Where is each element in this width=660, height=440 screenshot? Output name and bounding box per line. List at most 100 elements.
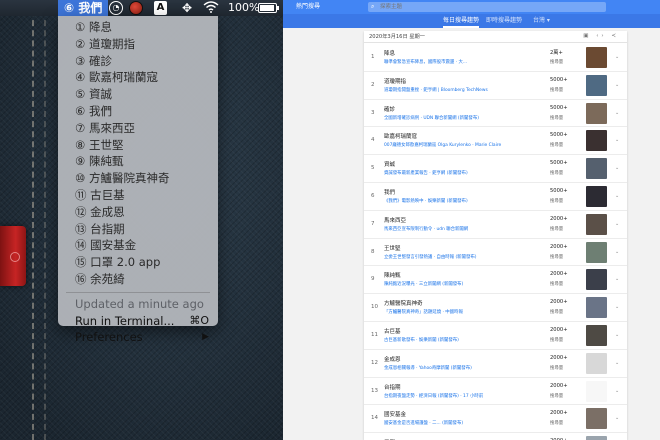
- trend-title[interactable]: 金成恩: [384, 355, 401, 363]
- expand-chevron-icon[interactable]: ⌄: [615, 137, 619, 143]
- tab-realtime-trends[interactable]: 即時搜尋趨勢: [486, 14, 522, 28]
- expand-chevron-icon[interactable]: ⌄: [615, 332, 619, 338]
- trend-title[interactable]: 國安基金: [384, 410, 406, 418]
- trend-menu-item[interactable]: ① 降息: [58, 19, 218, 36]
- input-method-icon[interactable]: A: [154, 1, 167, 15]
- trend-title[interactable]: 我們: [384, 188, 395, 196]
- trend-row[interactable]: 14 國安基金 國安基金是否進場護盤 · 二... (新聞發布) 2000+ 搜尋量 ⌄: [364, 405, 627, 434]
- trend-menu-item[interactable]: ⑦ 馬來西亞: [58, 120, 218, 137]
- trend-menu-item[interactable]: ④ 歐嘉柯瑞蘭寇: [58, 69, 218, 86]
- battery-icon[interactable]: [258, 3, 279, 13]
- news-thumbnail[interactable]: [586, 74, 607, 96]
- trend-menu-item[interactable]: ⑪ 古巨基: [58, 187, 218, 204]
- expand-chevron-icon[interactable]: ⌄: [615, 276, 619, 282]
- tab-daily-trends[interactable]: 每日搜尋趨勢: [443, 14, 480, 28]
- trend-row[interactable]: 15口罩 2.0 app2000+搜尋量⌄: [364, 433, 627, 440]
- news-thumbnail[interactable]: [586, 241, 607, 263]
- trend-title[interactable]: 道瓊期指: [384, 77, 406, 85]
- trend-row[interactable]: 7 馬來西亞 馬來西亞宣布限制行動令 · udn 聯合新聞網 2000+ 搜尋量 ⌄: [364, 211, 627, 239]
- trend-menu-item[interactable]: ⑯ 余苑綺: [58, 271, 218, 288]
- expand-chevron-icon[interactable]: ⌄: [615, 415, 619, 421]
- rss-icon[interactable]: ▣: [583, 33, 591, 39]
- trend-row[interactable]: 9 陳純甄 陳純甄近況曝光 · 三立新聞網 (新聞發布) 2000+ 搜尋量 ⌄: [364, 266, 627, 295]
- trend-menu-item[interactable]: ⑮ 口罩 2.0 app: [58, 254, 218, 271]
- news-thumbnail[interactable]: [586, 269, 607, 291]
- news-thumbnail[interactable]: [586, 158, 607, 180]
- news-thumbnail[interactable]: [586, 47, 607, 68]
- expand-chevron-icon[interactable]: ⌄: [615, 360, 619, 366]
- trend-row[interactable]: 12 金成恩 金成恩相關報導 · Yahoo奇摩新聞 (新聞發布) 2000+ 搜尋量 ⌄: [364, 350, 627, 378]
- code-icon[interactable]: ‹›: [596, 33, 606, 39]
- trend-news-link[interactable]: 「方鱸醫院真神奇」話題延燒 · 中國時報: [384, 309, 546, 315]
- run-in-terminal-item[interactable]: Run in Terminal... ⌘O: [58, 313, 218, 330]
- record-icon[interactable]: [129, 1, 143, 15]
- trend-menu-item[interactable]: ③ 確診: [58, 53, 218, 70]
- trend-menu-item[interactable]: ⑬ 台指期: [58, 221, 218, 238]
- trend-news-link[interactable]: 陳純甄近況曝光 · 三立新聞網 (新聞發布): [384, 281, 546, 287]
- news-thumbnail[interactable]: [586, 436, 607, 440]
- trend-menu-item[interactable]: ⑭ 國安基金: [58, 237, 218, 254]
- trend-news-link[interactable]: 道瓊期指開盤重挫 · 鉅亨網 | Bloomberg TechNews: [384, 87, 546, 93]
- expand-chevron-icon[interactable]: ⌄: [615, 165, 619, 171]
- trend-menu-item[interactable]: ⑧ 王世堅: [58, 137, 218, 154]
- news-thumbnail[interactable]: [586, 352, 607, 374]
- trend-row[interactable]: 3 確診 全國新增確診病例 · UDN 聯合新聞網 (新聞發布) 5000+ 搜尋量 ⌄: [364, 100, 627, 128]
- trend-title[interactable]: 歐嘉柯瑞蘭寇: [384, 132, 417, 140]
- expand-chevron-icon[interactable]: ⌄: [615, 388, 619, 394]
- trend-news-link[interactable]: 古巨基新歌發布 · 娛樂新聞 (新聞發布): [384, 337, 546, 343]
- trend-news-link[interactable]: 全國新增確診病例 · UDN 聯合新聞網 (新聞發布): [384, 115, 546, 121]
- expand-chevron-icon[interactable]: ⌄: [615, 54, 619, 60]
- trend-row[interactable]: 1 降息 聯準會緊急宣布降息，國際股市震盪 · 大... 2萬+ 搜尋量 ⌄: [364, 44, 627, 72]
- trend-row[interactable]: 6 我們 《我們》電影熱映中 · 娛樂新聞 (新聞發布) 5000+ 搜尋量 ⌄: [364, 183, 627, 211]
- trends-menubar-item[interactable]: ⑥ 我們: [58, 0, 109, 16]
- trend-news-link[interactable]: 台指期夜盤走勢 · 經濟日報 (新聞發布) · 17 小時前: [384, 393, 546, 399]
- trend-news-link[interactable]: 《我們》電影熱映中 · 娛樂新聞 (新聞發布): [384, 198, 546, 204]
- trend-menu-item[interactable]: ⑤ 資誠: [58, 86, 218, 103]
- trend-news-link[interactable]: 國安基金是否進場護盤 · 二... (新聞發布): [384, 420, 546, 426]
- trend-news-link[interactable]: 立委王世堅發言引發熱議 · 自由時報 (新聞發布): [384, 254, 546, 260]
- trend-row[interactable]: 10 方鱸醫院真神奇 「方鱸醫院真神奇」話題延燒 · 中國時報 2000+ 搜尋量 ⌄: [364, 294, 627, 322]
- trend-row[interactable]: 13 台指期 台指期夜盤走勢 · 經濟日報 (新聞發布) · 17 小時前 2000+…: [364, 378, 627, 406]
- trend-news-link[interactable]: 馬來西亞宣布限制行動令 · udn 聯合新聞網: [384, 226, 546, 232]
- news-thumbnail[interactable]: [586, 213, 607, 235]
- trend-title[interactable]: 古巨基: [384, 327, 401, 335]
- trend-title[interactable]: 降息: [384, 49, 395, 57]
- wifi-icon[interactable]: [203, 1, 219, 15]
- expand-chevron-icon[interactable]: ⌄: [615, 221, 619, 227]
- expand-chevron-icon[interactable]: ⌄: [615, 249, 619, 255]
- news-thumbnail[interactable]: [586, 380, 607, 402]
- trend-title[interactable]: 方鱸醫院真神奇: [384, 299, 423, 307]
- trend-menu-item[interactable]: ② 道瓊期指: [58, 36, 218, 53]
- news-thumbnail[interactable]: [586, 102, 607, 124]
- news-thumbnail[interactable]: [586, 130, 607, 152]
- trend-news-link[interactable]: 金成恩相關報導 · Yahoo奇摩新聞 (新聞發布): [384, 365, 546, 371]
- expand-chevron-icon[interactable]: ⌄: [615, 304, 619, 310]
- trend-menu-item[interactable]: ⑨ 陳純甄: [58, 153, 218, 170]
- trend-title[interactable]: 陳純甄: [384, 271, 401, 279]
- news-thumbnail[interactable]: [586, 408, 607, 430]
- trend-news-link[interactable]: 聯準會緊急宣布降息，國際股市震盪 · 大...: [384, 59, 546, 65]
- trend-menu-item[interactable]: ⑩ 方鱸醫院真神奇: [58, 170, 218, 187]
- trend-title[interactable]: 資誠: [384, 160, 395, 168]
- expand-chevron-icon[interactable]: ⌄: [615, 193, 619, 199]
- search-input[interactable]: [368, 2, 606, 12]
- trend-title[interactable]: 馬來西亞: [384, 216, 406, 224]
- clock-icon[interactable]: ◔: [109, 1, 123, 15]
- trend-row[interactable]: 5 資誠 資誠發布最新產業報告 · 鉅亨網 (新聞發布) 5000+ 搜尋量 ⌄: [364, 155, 627, 183]
- trend-title[interactable]: 王世堅: [384, 244, 401, 252]
- region-dropdown[interactable]: 台灣 ▾: [533, 14, 550, 28]
- trend-news-link[interactable]: 007龐德女郎歐嘉柯瑞蘭寇 Olga Kurylenko · Marie Cla…: [384, 142, 546, 148]
- trend-row[interactable]: 4 歐嘉柯瑞蘭寇 007龐德女郎歐嘉柯瑞蘭寇 Olga Kurylenko · Ma…: [364, 127, 627, 156]
- trend-news-link[interactable]: 資誠發布最新產業報告 · 鉅亨網 (新聞發布): [384, 170, 546, 176]
- move-icon[interactable]: ✥: [180, 1, 194, 15]
- trend-row[interactable]: 11 古巨基 古巨基新歌發布 · 娛樂新聞 (新聞發布) 2000+ 搜尋量 ⌄: [364, 322, 627, 350]
- news-thumbnail[interactable]: [586, 325, 607, 346]
- news-thumbnail[interactable]: [586, 186, 607, 207]
- trend-row[interactable]: 8 王世堅 立委王世堅發言引發熱議 · 自由時報 (新聞發布) 2000+ 搜尋量 ⌄: [364, 239, 627, 267]
- share-icon[interactable]: ≺: [611, 33, 619, 39]
- trend-row[interactable]: 2 道瓊期指 道瓊期指開盤重挫 · 鉅亨網 | Bloomberg TechNews…: [364, 72, 627, 100]
- trend-title[interactable]: 台指期: [384, 383, 401, 391]
- trend-title[interactable]: 確診: [384, 105, 395, 113]
- preferences-item[interactable]: Preferences ▶: [58, 329, 218, 346]
- trend-menu-item[interactable]: ⑥ 我們: [58, 103, 218, 120]
